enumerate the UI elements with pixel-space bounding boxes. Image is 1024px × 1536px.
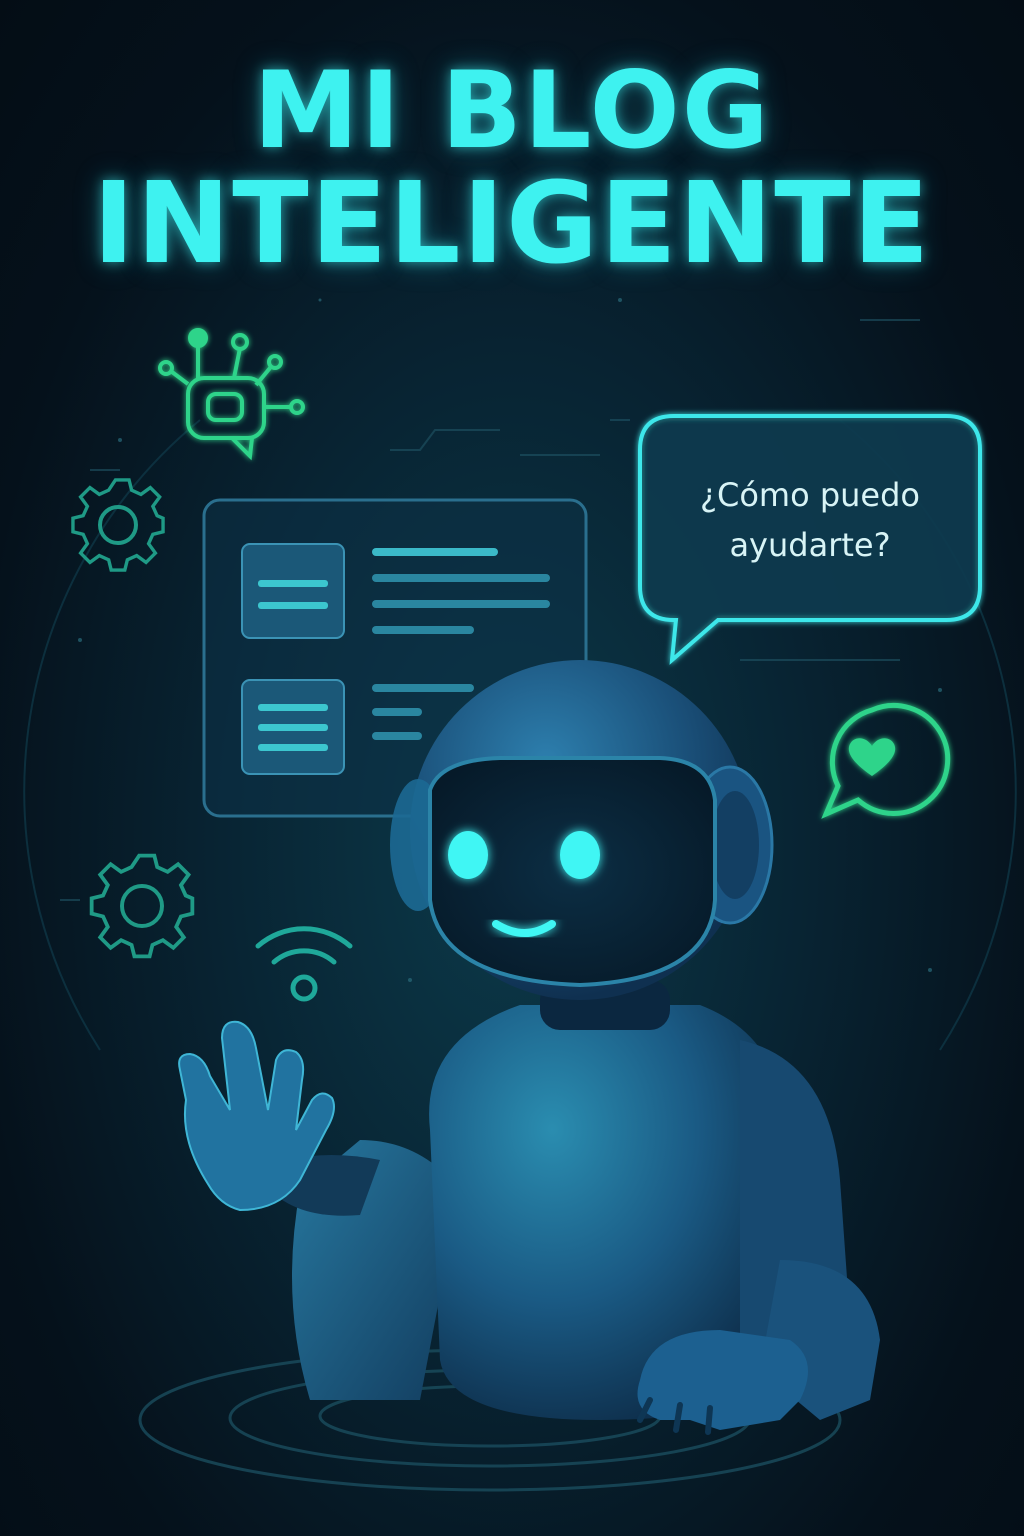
speech-bubble-line-2: ayudarte? [729, 526, 891, 564]
title-line-2: INTELIGENTE [92, 159, 932, 289]
gear-icon [89, 853, 195, 959]
gear-icon [71, 478, 165, 572]
heart-chat-icon [821, 702, 951, 819]
wifi-icon [255, 926, 353, 1002]
robot-eye-right [560, 831, 600, 879]
title-line-1: MI BLOG [253, 49, 771, 172]
poster: MI BLOG INTELIGENTE ¿Cómo puedo ayudarte… [0, 0, 1024, 1536]
resting-hand [637, 1330, 808, 1430]
speech-bubble-text: ¿Cómo puedo ayudarte? [640, 470, 980, 570]
robot-eye-left [448, 831, 488, 879]
speech-bubble-line-1: ¿Cómo puedo [700, 476, 920, 514]
